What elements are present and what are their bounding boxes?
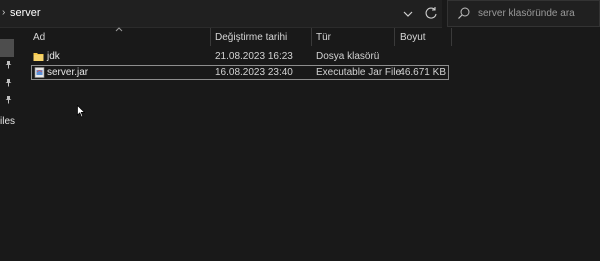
column-header-name[interactable]: Ad [33,32,45,43]
column-divider[interactable] [210,28,211,46]
refresh-button[interactable] [420,2,442,24]
file-size: 46.671 KB [399,67,446,78]
refresh-icon [425,7,437,19]
file-name[interactable]: server.jar [47,67,88,78]
jar-file-icon [34,67,45,78]
column-header-type[interactable]: Tür [316,32,331,43]
search-box[interactable]: server klasöründe ara [447,0,600,27]
column-header-date-modified[interactable]: Değiştirme tarihi [215,32,287,43]
file-name[interactable]: jdk [47,51,60,62]
file-explorer-window: › server server klasöründe ara iles Ad D… [0,0,600,261]
search-input[interactable]: server klasöründe ara [478,8,575,19]
file-row-selected[interactable]: server.jar 16.08.2023 23:40 Executable J… [31,65,449,80]
file-date-modified: 21.08.2023 16:23 [215,51,293,62]
column-divider[interactable] [311,28,312,46]
file-type: Executable Jar File [316,67,402,78]
column-header-size[interactable]: Boyut [400,32,426,43]
pin-icon [5,61,12,69]
navigation-pane: iles [0,28,15,261]
address-history-dropdown-button[interactable] [397,2,419,24]
search-icon [458,7,470,19]
pin-icon [5,96,12,104]
column-header-row: Ad Değiştirme tarihi Tür Boyut [28,27,452,46]
file-date-modified: 16.08.2023 23:40 [215,67,293,78]
column-divider[interactable] [451,28,452,46]
column-divider[interactable] [394,28,395,46]
sort-ascending-icon [115,27,123,32]
mouse-cursor-icon [77,105,85,118]
breadcrumb-chevron-icon[interactable]: › [2,7,5,18]
address-bar[interactable]: › server [0,0,442,28]
file-type: Dosya klasörü [316,51,380,62]
nav-item-selected[interactable] [0,39,14,57]
breadcrumb-server[interactable]: server [10,7,41,19]
pin-icon [5,79,12,87]
folder-icon [33,53,44,61]
chevron-down-icon [403,11,413,17]
file-row[interactable]: jdk 21.08.2023 16:23 Dosya klasörü [31,50,449,65]
nav-item-label[interactable]: iles [0,116,15,127]
